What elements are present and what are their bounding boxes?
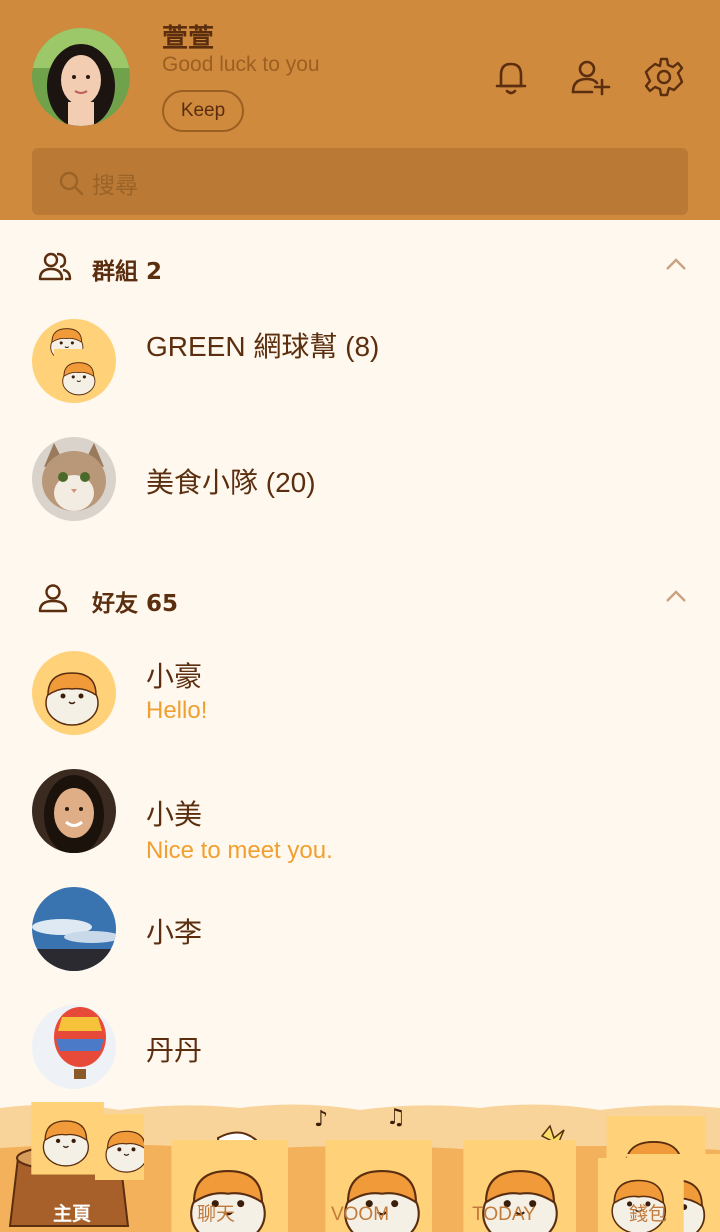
nav-tab-today[interactable]: TODAY: [432, 1100, 576, 1232]
profile-avatar[interactable]: [32, 28, 130, 126]
add-friend-icon[interactable]: [570, 56, 612, 98]
search-placeholder: 搜尋: [92, 173, 138, 199]
friend-name: 小李: [146, 917, 203, 948]
friend-item[interactable]: 丹丹: [32, 1005, 688, 1089]
friends-section-title: 好友 65: [92, 591, 179, 617]
friend-avatar: [32, 651, 116, 735]
group-item-green[interactable]: GREEN 網球幫 (8): [32, 319, 688, 403]
bell-icon[interactable]: [490, 56, 532, 98]
friend-name: 丹丹: [146, 1035, 203, 1066]
person-icon: [38, 584, 68, 613]
nav-tab-wallet[interactable]: 錢包: [576, 1100, 720, 1232]
group-icon: [38, 252, 72, 281]
friend-avatar: [32, 769, 116, 853]
friend-item[interactable]: 小美 Nice to meet you.: [32, 769, 688, 864]
friend-item[interactable]: 小豪 Hello!: [32, 651, 688, 735]
nav-tab-home[interactable]: 主頁: [0, 1100, 144, 1232]
friend-status-message: Nice to meet you.: [146, 837, 333, 864]
search-input[interactable]: 搜尋: [32, 148, 688, 215]
nav-label: TODAY: [472, 1204, 536, 1225]
profile-status-message[interactable]: Good luck to you: [162, 53, 320, 77]
nav-label: 聊天: [196, 1204, 235, 1225]
group-avatar: [32, 319, 116, 403]
group-name: 美食小隊 (20): [146, 467, 316, 498]
friend-item[interactable]: 小李: [32, 887, 688, 971]
gear-icon[interactable]: [643, 56, 685, 98]
group-item-food[interactable]: 美食小隊 (20): [32, 437, 688, 521]
svg-text:♫: ♫: [386, 1105, 406, 1130]
nav-label: 主頁: [52, 1204, 91, 1225]
friend-name: 小美: [146, 799, 203, 830]
svg-text:♪: ♪: [314, 1107, 328, 1132]
group-name: GREEN 網球幫 (8): [146, 331, 380, 362]
chevron-up-icon[interactable]: [664, 586, 688, 606]
friend-status-message: Hello!: [146, 697, 208, 724]
groups-section-header[interactable]: 群組 2: [38, 248, 688, 288]
friend-avatar: [32, 887, 116, 971]
search-icon: [59, 171, 84, 196]
nav-label: 錢包: [628, 1204, 667, 1225]
profile-name[interactable]: 萱萱: [162, 18, 214, 55]
group-avatar: [32, 437, 116, 521]
chevron-up-icon[interactable]: [664, 254, 688, 274]
friend-name: 小豪: [146, 661, 203, 692]
nav-tab-chat[interactable]: 聊天: [144, 1100, 288, 1232]
friends-section-header[interactable]: 好友 65: [38, 580, 688, 620]
bottom-navigation: 主頁 聊天 ♪ ♫ VOOM TODAY 錢包: [0, 1100, 720, 1232]
nav-tab-voom[interactable]: ♪ ♫ VOOM: [288, 1100, 432, 1232]
keep-button[interactable]: Keep: [162, 90, 244, 132]
groups-section-title: 群組 2: [92, 259, 163, 285]
nav-label: VOOM: [330, 1204, 390, 1225]
profile-header: 萱萱 Good luck to you Keep 搜尋: [0, 0, 720, 220]
friend-avatar: [32, 1005, 116, 1089]
